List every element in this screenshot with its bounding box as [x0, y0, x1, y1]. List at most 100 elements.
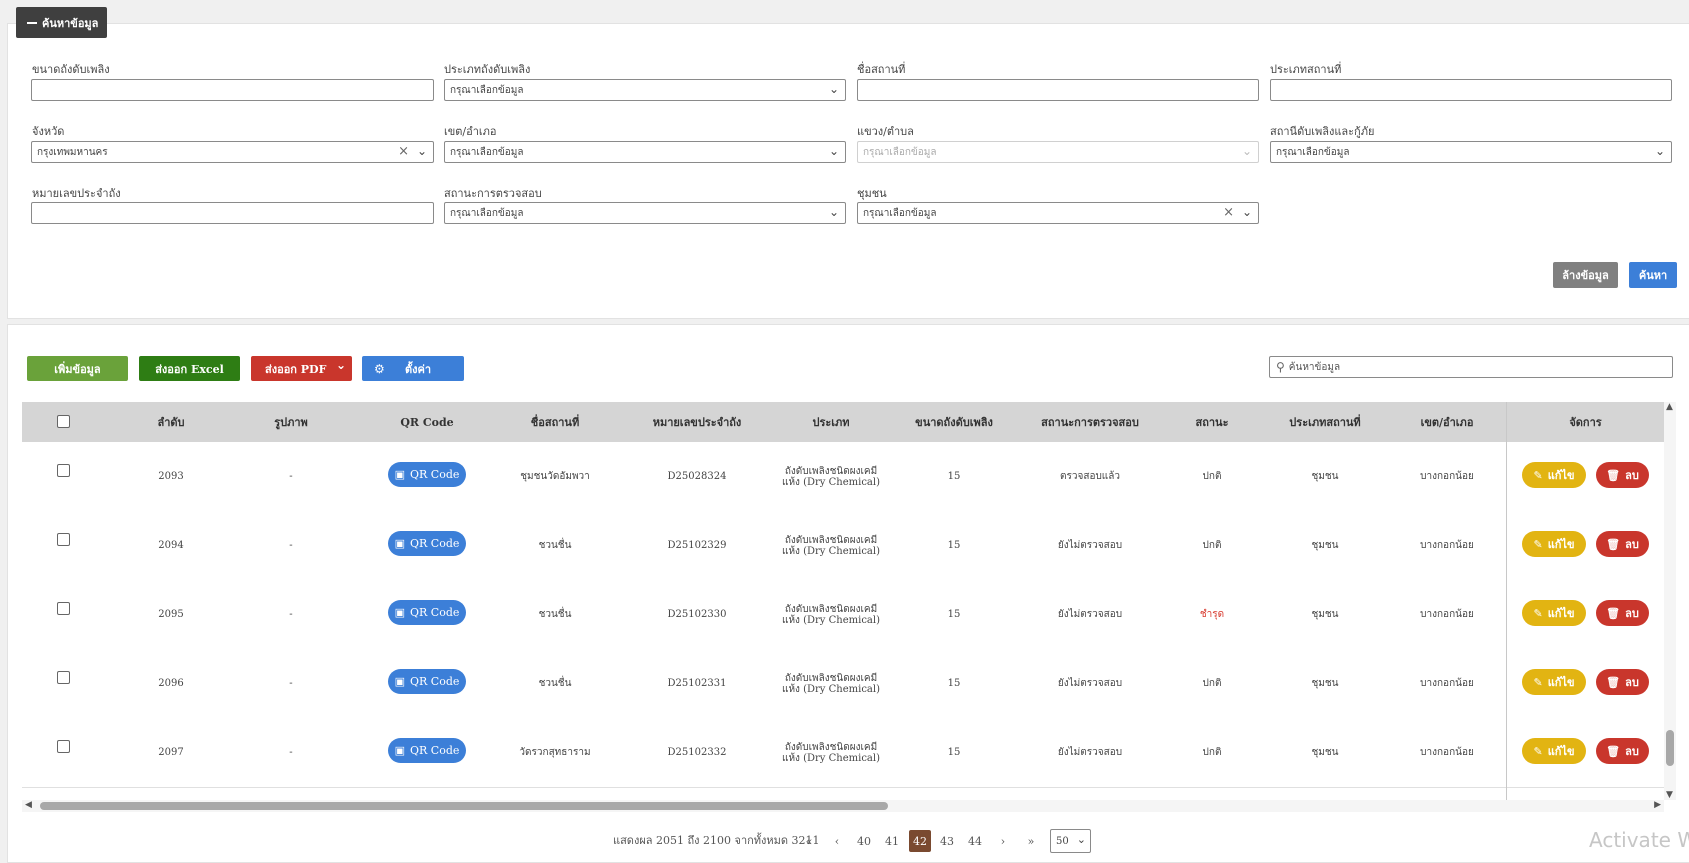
- settings-button[interactable]: ⚙ ตั้งค่า: [362, 356, 464, 381]
- qr-code-label: QR Code: [410, 468, 460, 481]
- pencil-icon: ✎: [1533, 537, 1543, 551]
- horizontal-scrollbar[interactable]: ◀ ▶: [22, 800, 1664, 812]
- delete-button[interactable]: 🗑 ลบ: [1596, 669, 1649, 695]
- scroll-down-icon[interactable]: ▼: [1666, 790, 1673, 800]
- trash-icon: 🗑: [1606, 537, 1621, 551]
- cell-size: 15: [947, 678, 961, 689]
- first-page-button[interactable]: «: [798, 830, 820, 852]
- edit-button[interactable]: ✎ แก้ไข: [1522, 462, 1586, 488]
- column-header-size[interactable]: ขนาดถังดับเพลิง: [892, 402, 1016, 442]
- row-checkbox[interactable]: [57, 671, 70, 684]
- cell-image: -: [289, 471, 293, 482]
- export-excel-button[interactable]: ส่งออก Excel: [139, 356, 240, 381]
- tank-type-select[interactable]: กรุณาเลือกข้อมูล ⌄: [444, 79, 846, 101]
- page-size-select[interactable]: 50 ⌄: [1050, 829, 1091, 853]
- qr-code-button[interactable]: ▣ QR Code: [388, 462, 466, 487]
- scroll-left-icon[interactable]: ◀: [25, 800, 32, 810]
- next-page-button[interactable]: ›: [992, 830, 1014, 852]
- community-label: ชุมชน: [857, 187, 887, 200]
- subdistrict-select[interactable]: กรุณาเลือกข้อมูล ⌄: [857, 141, 1259, 163]
- fire-station-label: สถานีดับเพลิงและกู้ภัย: [1270, 125, 1375, 138]
- inspection-status-label: สถานะการตรวจสอบ: [444, 187, 542, 200]
- column-header-place[interactable]: ชื่อสถานที่: [492, 402, 618, 442]
- chevron-down-icon: ⌄: [1076, 833, 1086, 846]
- district-select[interactable]: กรุณาเลือกข้อมูล ⌄: [444, 141, 846, 163]
- page-44[interactable]: 44: [964, 830, 986, 852]
- scroll-right-icon[interactable]: ▶: [1654, 800, 1661, 810]
- delete-button[interactable]: 🗑 ลบ: [1596, 462, 1649, 488]
- search-button[interactable]: ค้นหา: [1629, 262, 1677, 288]
- qr-code-button[interactable]: ▣ QR Code: [388, 669, 466, 694]
- search-toggle-label: ค้นหาข้อมูล: [42, 16, 99, 30]
- scroll-up-icon[interactable]: ▲: [1666, 402, 1673, 412]
- place-name-input[interactable]: [857, 79, 1259, 101]
- close-icon[interactable]: ×: [1223, 205, 1234, 220]
- cell-tank-no: D25102332: [667, 747, 727, 758]
- fire-station-select[interactable]: กรุณาเลือกข้อมูล ⌄: [1270, 141, 1672, 163]
- tank-type-label: ประเภทถังดับเพลิง: [444, 63, 531, 76]
- column-header-status[interactable]: สถานะ: [1172, 402, 1252, 442]
- clear-button[interactable]: ล้างข้อมูล: [1553, 262, 1618, 288]
- cell-tank-no: D25102331: [667, 678, 727, 689]
- tank-size-input[interactable]: [31, 79, 434, 101]
- cell-place: วัดรวกสุทธาราม: [519, 747, 591, 758]
- chevron-down-icon[interactable]: ⌄: [336, 358, 346, 372]
- page-43[interactable]: 43: [936, 830, 958, 852]
- place-type-input[interactable]: [1270, 79, 1672, 101]
- column-header-district[interactable]: เขต/อำเภอ: [1392, 402, 1502, 442]
- row-checkbox[interactable]: [57, 602, 70, 615]
- qr-code-button[interactable]: ▣ QR Code: [388, 531, 466, 556]
- edit-button[interactable]: ✎ แก้ไข: [1522, 531, 1586, 557]
- row-checkbox[interactable]: [57, 464, 70, 477]
- column-header-tank-no[interactable]: หมายเลขประจำถัง: [632, 402, 762, 442]
- cell-size: 15: [947, 747, 961, 758]
- search-toggle-button[interactable]: ค้นหาข้อมูล: [16, 7, 107, 38]
- tank-number-input[interactable]: [31, 202, 434, 224]
- column-header-type[interactable]: ประเภท: [782, 402, 880, 442]
- cell-type: ถังดับเพลิงชนิดผงเคมีแห้ง (Dry Chemical): [782, 741, 880, 764]
- chevron-down-icon: ⌄: [828, 82, 839, 96]
- delete-button[interactable]: 🗑 ลบ: [1596, 531, 1649, 557]
- column-header-qr[interactable]: QR Code: [378, 402, 476, 442]
- column-header-image[interactable]: รูปภาพ: [242, 402, 340, 442]
- delete-button[interactable]: 🗑 ลบ: [1596, 600, 1649, 626]
- row-checkbox[interactable]: [57, 533, 70, 546]
- vertical-scrollbar[interactable]: ▲ ▼: [1664, 402, 1676, 800]
- cell-image: -: [289, 609, 293, 620]
- add-button[interactable]: เพิ่มข้อมูล: [27, 356, 128, 381]
- horizontal-scroll-thumb[interactable]: [40, 802, 888, 810]
- edit-button[interactable]: ✎ แก้ไข: [1522, 600, 1586, 626]
- column-header-place-type[interactable]: ประเภทสถานที่: [1265, 402, 1385, 442]
- province-select[interactable]: กรุงเทพมหานคร × ⌄: [31, 141, 434, 163]
- column-header-order[interactable]: ลำดับ: [122, 402, 220, 442]
- edit-button[interactable]: ✎ แก้ไข: [1522, 738, 1586, 764]
- cell-district: บางกอกน้อย: [1420, 609, 1474, 620]
- page-41[interactable]: 41: [881, 830, 903, 852]
- last-page-button[interactable]: »: [1020, 830, 1042, 852]
- minus-icon: [27, 21, 37, 24]
- gear-icon: ⚙: [374, 361, 385, 376]
- prev-page-button[interactable]: ‹: [826, 830, 848, 852]
- row-checkbox[interactable]: [57, 740, 70, 753]
- vertical-scroll-thumb[interactable]: [1666, 730, 1674, 766]
- column-header-inspection[interactable]: สถานะการตรวจสอบ: [1022, 402, 1158, 442]
- qr-code-button[interactable]: ▣ QR Code: [388, 600, 466, 625]
- pencil-icon: ✎: [1533, 468, 1543, 482]
- delete-label: ลบ: [1625, 745, 1639, 758]
- qr-code-label: QR Code: [410, 537, 460, 550]
- inspection-status-select[interactable]: กรุณาเลือกข้อมูล ⌄: [444, 202, 846, 224]
- district-value: กรุณาเลือกข้อมูล: [450, 146, 524, 158]
- table-search-input[interactable]: ⚲ ค้นหาข้อมูล: [1269, 356, 1673, 378]
- page-40[interactable]: 40: [853, 830, 875, 852]
- delete-button[interactable]: 🗑 ลบ: [1596, 738, 1649, 764]
- select-all-checkbox[interactable]: [57, 415, 70, 428]
- cell-status: ปกติ: [1202, 540, 1222, 551]
- community-select[interactable]: กรุณาเลือกข้อมูล × ⌄: [857, 202, 1259, 224]
- edit-button[interactable]: ✎ แก้ไข: [1522, 669, 1586, 695]
- close-icon[interactable]: ×: [398, 144, 409, 159]
- tank-number-label: หมายเลขประจำถัง: [32, 187, 121, 200]
- qr-code-button[interactable]: ▣ QR Code: [388, 738, 466, 763]
- page-42[interactable]: 42: [909, 830, 931, 852]
- export-pdf-button[interactable]: ส่งออก PDF ⌄: [251, 356, 352, 381]
- place-type-label: ประเภทสถานที่: [1270, 63, 1342, 76]
